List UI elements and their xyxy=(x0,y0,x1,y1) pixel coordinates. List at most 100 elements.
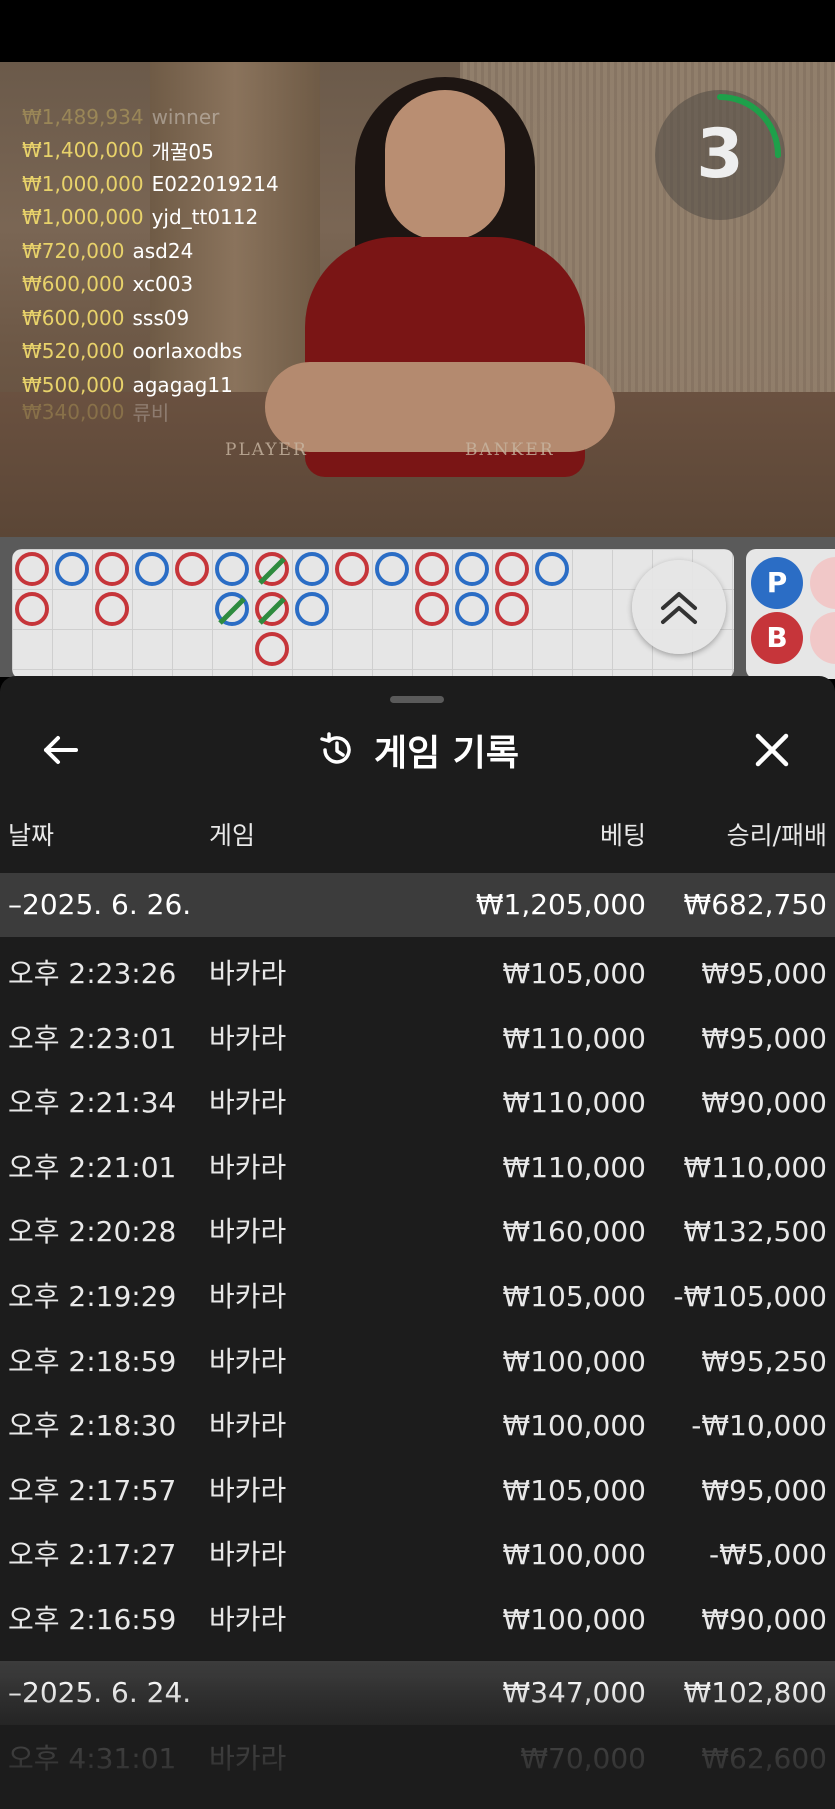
close-button[interactable] xyxy=(752,730,792,770)
group-win-total: ₩682,750 xyxy=(683,888,827,921)
row-bet: ₩110,000 xyxy=(502,1150,646,1184)
banker-marker xyxy=(495,552,529,586)
player-marker xyxy=(455,552,489,586)
history-list: 오후 2:23:26 바카라 ₩105,000 ₩95,000 오후 2:23:01 바카… xyxy=(0,942,835,1653)
row-win: -₩10,000 xyxy=(691,1409,827,1443)
column-headers: 날짜 게임 베팅 승리/패배 xyxy=(0,806,835,862)
banker-marker xyxy=(95,552,129,586)
history-row[interactable]: 오후 2:16:59 바카라 ₩100,000 ₩90,000 xyxy=(0,1588,835,1653)
chevron-double-up-icon xyxy=(661,592,697,624)
row-win: ₩62,600 xyxy=(701,1742,827,1775)
row-bet: ₩100,000 xyxy=(502,1538,646,1572)
row-time: 오후 2:23:01 xyxy=(8,1021,177,1055)
winner-row: ₩600,000 sss09 xyxy=(22,305,190,330)
banker-marker xyxy=(335,552,369,586)
row-game: 바카라 xyxy=(209,1538,287,1572)
history-row[interactable]: 오후 2:17:57 바카라 ₩105,000 ₩95,000 xyxy=(0,1459,835,1524)
row-bet: ₩100,000 xyxy=(502,1409,646,1443)
banker-predict-button[interactable]: B xyxy=(751,612,803,664)
sheet-title-text: 게임 기록 xyxy=(373,733,519,774)
history-row[interactable]: 오후 2:21:34 바카라 ₩110,000 ₩90,000 xyxy=(0,1071,835,1136)
column-win-loss: 승리/패배 xyxy=(726,821,827,850)
row-time: 오후 2:18:59 xyxy=(8,1344,177,1378)
group-win-total: ₩102,800 xyxy=(683,1676,827,1709)
row-game: 바카라 xyxy=(209,1215,287,1249)
expand-roadmap-button[interactable] xyxy=(632,560,726,654)
game-history-sheet: 게임 기록 날짜 게임 베팅 승리/패배 –2025. 6. 26. ₩1,20… xyxy=(0,676,835,1809)
player-predict-button[interactable]: P xyxy=(751,557,803,609)
column-game: 게임 xyxy=(209,821,256,850)
row-win: -₩105,000 xyxy=(673,1279,827,1313)
row-win: ₩95,000 xyxy=(701,1021,827,1055)
row-time: 오후 2:17:27 xyxy=(8,1538,177,1572)
table-label-player: PLAYER xyxy=(225,440,308,460)
history-row[interactable]: 오후 2:17:27 바카라 ₩100,000 -₩5,000 xyxy=(0,1523,835,1588)
column-date: 날짜 xyxy=(8,821,55,850)
row-win: ₩95,250 xyxy=(701,1344,827,1378)
history-row[interactable]: 오후 2:23:01 바카라 ₩110,000 ₩95,000 xyxy=(0,1007,835,1072)
row-win: -₩5,000 xyxy=(709,1538,827,1572)
winner-row: ₩1,000,000 yjd_tt0112 xyxy=(22,205,259,230)
row-time: 오후 4:31:01 xyxy=(8,1742,177,1775)
history-row[interactable]: 오후 2:19:29 바카라 ₩105,000 -₩105,000 xyxy=(0,1265,835,1330)
banker-marker xyxy=(15,592,49,626)
banker-marker xyxy=(15,552,49,586)
winner-row: ₩340,000 류비 xyxy=(22,401,170,422)
row-win: ₩132,500 xyxy=(683,1215,827,1249)
countdown-timer: 3 xyxy=(655,90,785,220)
player-marker xyxy=(135,552,169,586)
row-bet: ₩100,000 xyxy=(502,1602,646,1636)
row-game: 바카라 xyxy=(209,1473,287,1507)
sheet-header: 게임 기록 xyxy=(0,716,835,784)
row-bet: ₩160,000 xyxy=(502,1215,646,1249)
date-group-header[interactable]: –2025. 6. 26. ₩1,205,000 ₩682,750 xyxy=(0,873,835,937)
row-time: 오후 2:21:34 xyxy=(8,1086,177,1120)
sheet-title: 게임 기록 xyxy=(0,716,835,784)
row-game: 바카라 xyxy=(209,1086,287,1120)
status-bar xyxy=(0,0,835,62)
row-win: ₩95,000 xyxy=(701,957,827,990)
arrow-left-icon xyxy=(44,736,78,764)
road-markers xyxy=(15,552,569,666)
player-marker xyxy=(295,552,329,586)
player-marker xyxy=(535,552,569,586)
banker-marker xyxy=(415,592,449,626)
group-bet-total: ₩347,000 xyxy=(502,1676,646,1709)
winner-row: ₩1,489,934 winner xyxy=(22,104,220,129)
row-time: 오후 2:16:59 xyxy=(8,1602,177,1636)
winner-row: ₩720,000 asd24 xyxy=(22,238,194,263)
column-bet: 베팅 xyxy=(599,821,646,850)
drag-handle[interactable] xyxy=(390,696,444,703)
banker-marker xyxy=(495,592,529,626)
player-marker xyxy=(55,552,89,586)
row-bet: ₩70,000 xyxy=(520,1742,646,1775)
history-row[interactable]: 오후 4:31:01 바카라 ₩70,000 ₩62,600 xyxy=(0,1727,835,1791)
banker-marker xyxy=(415,552,449,586)
history-row[interactable]: 오후 2:18:59 바카라 ₩100,000 ₩95,250 xyxy=(0,1330,835,1395)
winner-row: ₩1,000,000 E022019214 xyxy=(22,171,279,196)
history-row[interactable]: 오후 2:21:01 바카라 ₩110,000 ₩110,000 xyxy=(0,1136,835,1201)
dealer xyxy=(385,90,505,240)
history-row[interactable]: 오후 2:20:28 바카라 ₩160,000 ₩132,500 xyxy=(0,1200,835,1265)
timer-value: 3 xyxy=(696,115,744,194)
history-row[interactable]: 오후 2:18:30 바카라 ₩100,000 -₩10,000 xyxy=(0,1394,835,1459)
row-win: ₩90,000 xyxy=(701,1602,827,1636)
row-bet: ₩110,000 xyxy=(502,1021,646,1055)
row-bet: ₩100,000 xyxy=(502,1344,646,1378)
row-time: 오후 2:21:01 xyxy=(8,1150,177,1184)
history-row[interactable]: 오후 2:23:26 바카라 ₩105,000 ₩95,000 xyxy=(0,942,835,1007)
history-clock-icon xyxy=(320,732,351,764)
row-time: 오후 2:18:30 xyxy=(8,1409,177,1443)
close-icon xyxy=(755,733,789,767)
row-time: 오후 2:17:57 xyxy=(8,1473,177,1507)
row-bet: ₩105,000 xyxy=(502,1279,646,1313)
winner-row: ₩520,000 oorlaxodbs xyxy=(22,339,243,364)
banker-marker xyxy=(255,632,289,666)
row-bet: ₩105,000 xyxy=(502,1473,646,1507)
row-game: 바카라 xyxy=(209,957,287,990)
player-marker xyxy=(455,592,489,626)
row-game: 바카라 xyxy=(209,1742,287,1775)
back-button[interactable] xyxy=(40,730,80,770)
date-group-header[interactable]: –2025. 6. 24. ₩347,000 ₩102,800 xyxy=(0,1661,835,1725)
table-label-banker: BANKER xyxy=(465,440,555,460)
